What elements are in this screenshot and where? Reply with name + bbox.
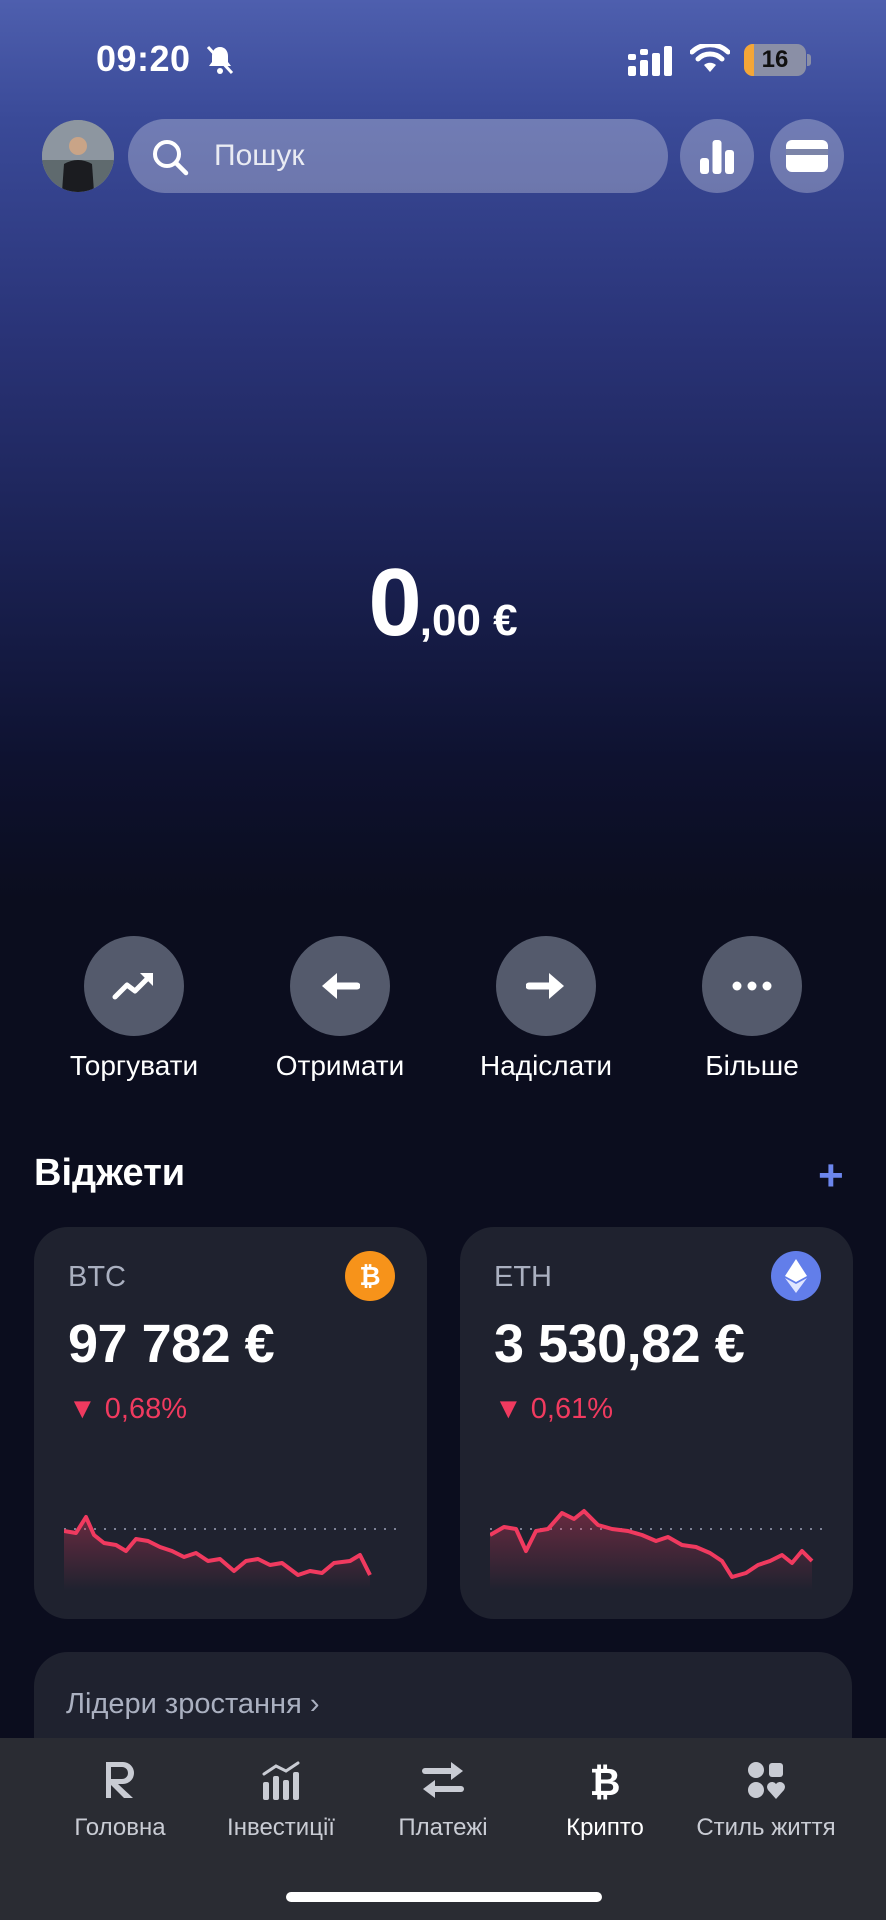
balance-integer: 0 [368, 549, 421, 656]
chevron-right-icon: › [309, 1688, 320, 1720]
battery-level: 16 [761, 46, 789, 73]
bar-chart-icon [700, 140, 734, 174]
send-button[interactable]: Надіслати [451, 936, 641, 1082]
tab-home-label: Головна [74, 1814, 166, 1841]
svg-text:₿: ₿ [359, 1262, 380, 1292]
tab-home[interactable]: Головна [35, 1756, 205, 1842]
search-input[interactable] [214, 119, 634, 193]
ethereum-coin-icon [771, 1251, 821, 1301]
btc-sparkline [64, 1515, 400, 1591]
eth-change: ▼ 0,61% [494, 1393, 613, 1426]
btc-symbol: BTC [68, 1261, 126, 1293]
tab-lifestyle-label: Стиль життя [696, 1814, 836, 1841]
trade-button[interactable]: Торгувати [39, 936, 229, 1082]
battery-indicator: 16 [744, 44, 806, 76]
more-icon-circle [702, 936, 802, 1036]
tab-payments-label: Платежі [398, 1814, 488, 1841]
btc-price: 97 782 € [68, 1314, 275, 1374]
avatar[interactable] [42, 120, 114, 192]
receive-label: Отримати [275, 1050, 405, 1081]
revolut-r-icon [106, 1762, 134, 1798]
invest-chart-icon [262, 1761, 300, 1800]
tab-crypto[interactable]: ₿ Крипто [520, 1756, 690, 1842]
transfer-arrows-icon [422, 1762, 464, 1798]
more-button[interactable]: Більше [657, 936, 847, 1082]
down-triangle-icon: ▼ [68, 1393, 105, 1425]
trade-label: Торгувати [69, 1050, 199, 1081]
btc-change: ▼ 0,68% [68, 1393, 187, 1426]
bitcoin-icon: ₿ [590, 1760, 621, 1802]
trade-icon-circle [84, 936, 184, 1036]
down-triangle-icon: ▼ [494, 1393, 531, 1425]
add-widget-button[interactable]: + [818, 1154, 844, 1198]
receive-icon-circle [290, 936, 390, 1036]
card-icon [786, 140, 828, 172]
trending-up-icon [112, 973, 153, 1000]
top-gainers-title: Лідери зростання › [66, 1688, 320, 1721]
widgets-title: Віджети [34, 1152, 186, 1194]
svg-text:₿: ₿ [590, 1760, 621, 1802]
tab-lifestyle[interactable]: Стиль життя [681, 1756, 851, 1842]
bitcoin-icon: ₿ [359, 1262, 380, 1292]
tab-crypto-label: Крипто [566, 1814, 644, 1841]
avatar-photo [42, 120, 114, 192]
eth-symbol: ETH [494, 1261, 552, 1293]
btc-change-value: 0,68% [104, 1393, 187, 1425]
send-label: Надіслати [479, 1050, 613, 1081]
tab-payments[interactable]: Платежі [358, 1756, 528, 1842]
eth-widget-card[interactable]: ETH 3 530,82 € ▼ 0,61% [460, 1227, 853, 1619]
tab-invest-label: Інвестиції [227, 1814, 335, 1841]
arrow-left-icon [322, 973, 360, 999]
eth-price: 3 530,82 € [494, 1314, 745, 1374]
arrow-right-icon [526, 973, 564, 999]
btc-widget-card[interactable]: BTC ₿ 97 782 € ▼ 0,68% [34, 1227, 427, 1619]
receive-button[interactable]: Отримати [245, 936, 435, 1082]
more-icon [732, 981, 772, 991]
cellular-signal-icon [628, 46, 672, 76]
home-indicator[interactable] [286, 1892, 602, 1902]
top-gainers-label: Лідери зростання [66, 1688, 302, 1720]
status-bar: 09:20 16 [0, 0, 886, 110]
send-icon-circle [496, 936, 596, 1036]
cards-button[interactable] [770, 119, 844, 193]
more-label: Більше [705, 1050, 799, 1081]
lifestyle-icon [748, 1762, 785, 1799]
eth-change-value: 0,61% [530, 1393, 613, 1425]
balance-decimals: ,00 € [419, 596, 518, 645]
search-bar[interactable] [128, 119, 668, 193]
battery-tip [807, 54, 811, 66]
bell-muted-icon [206, 45, 234, 75]
eth-sparkline [490, 1509, 826, 1591]
analytics-button[interactable] [680, 119, 754, 193]
tab-invest[interactable]: Інвестиції [196, 1756, 366, 1842]
search-icon [153, 140, 189, 176]
total-balance: 0,00 € [0, 548, 886, 658]
bitcoin-coin-icon: ₿ [345, 1251, 395, 1301]
wifi-icon [690, 44, 730, 72]
ethereum-icon [785, 1259, 807, 1293]
status-time: 09:20 [96, 38, 191, 79]
